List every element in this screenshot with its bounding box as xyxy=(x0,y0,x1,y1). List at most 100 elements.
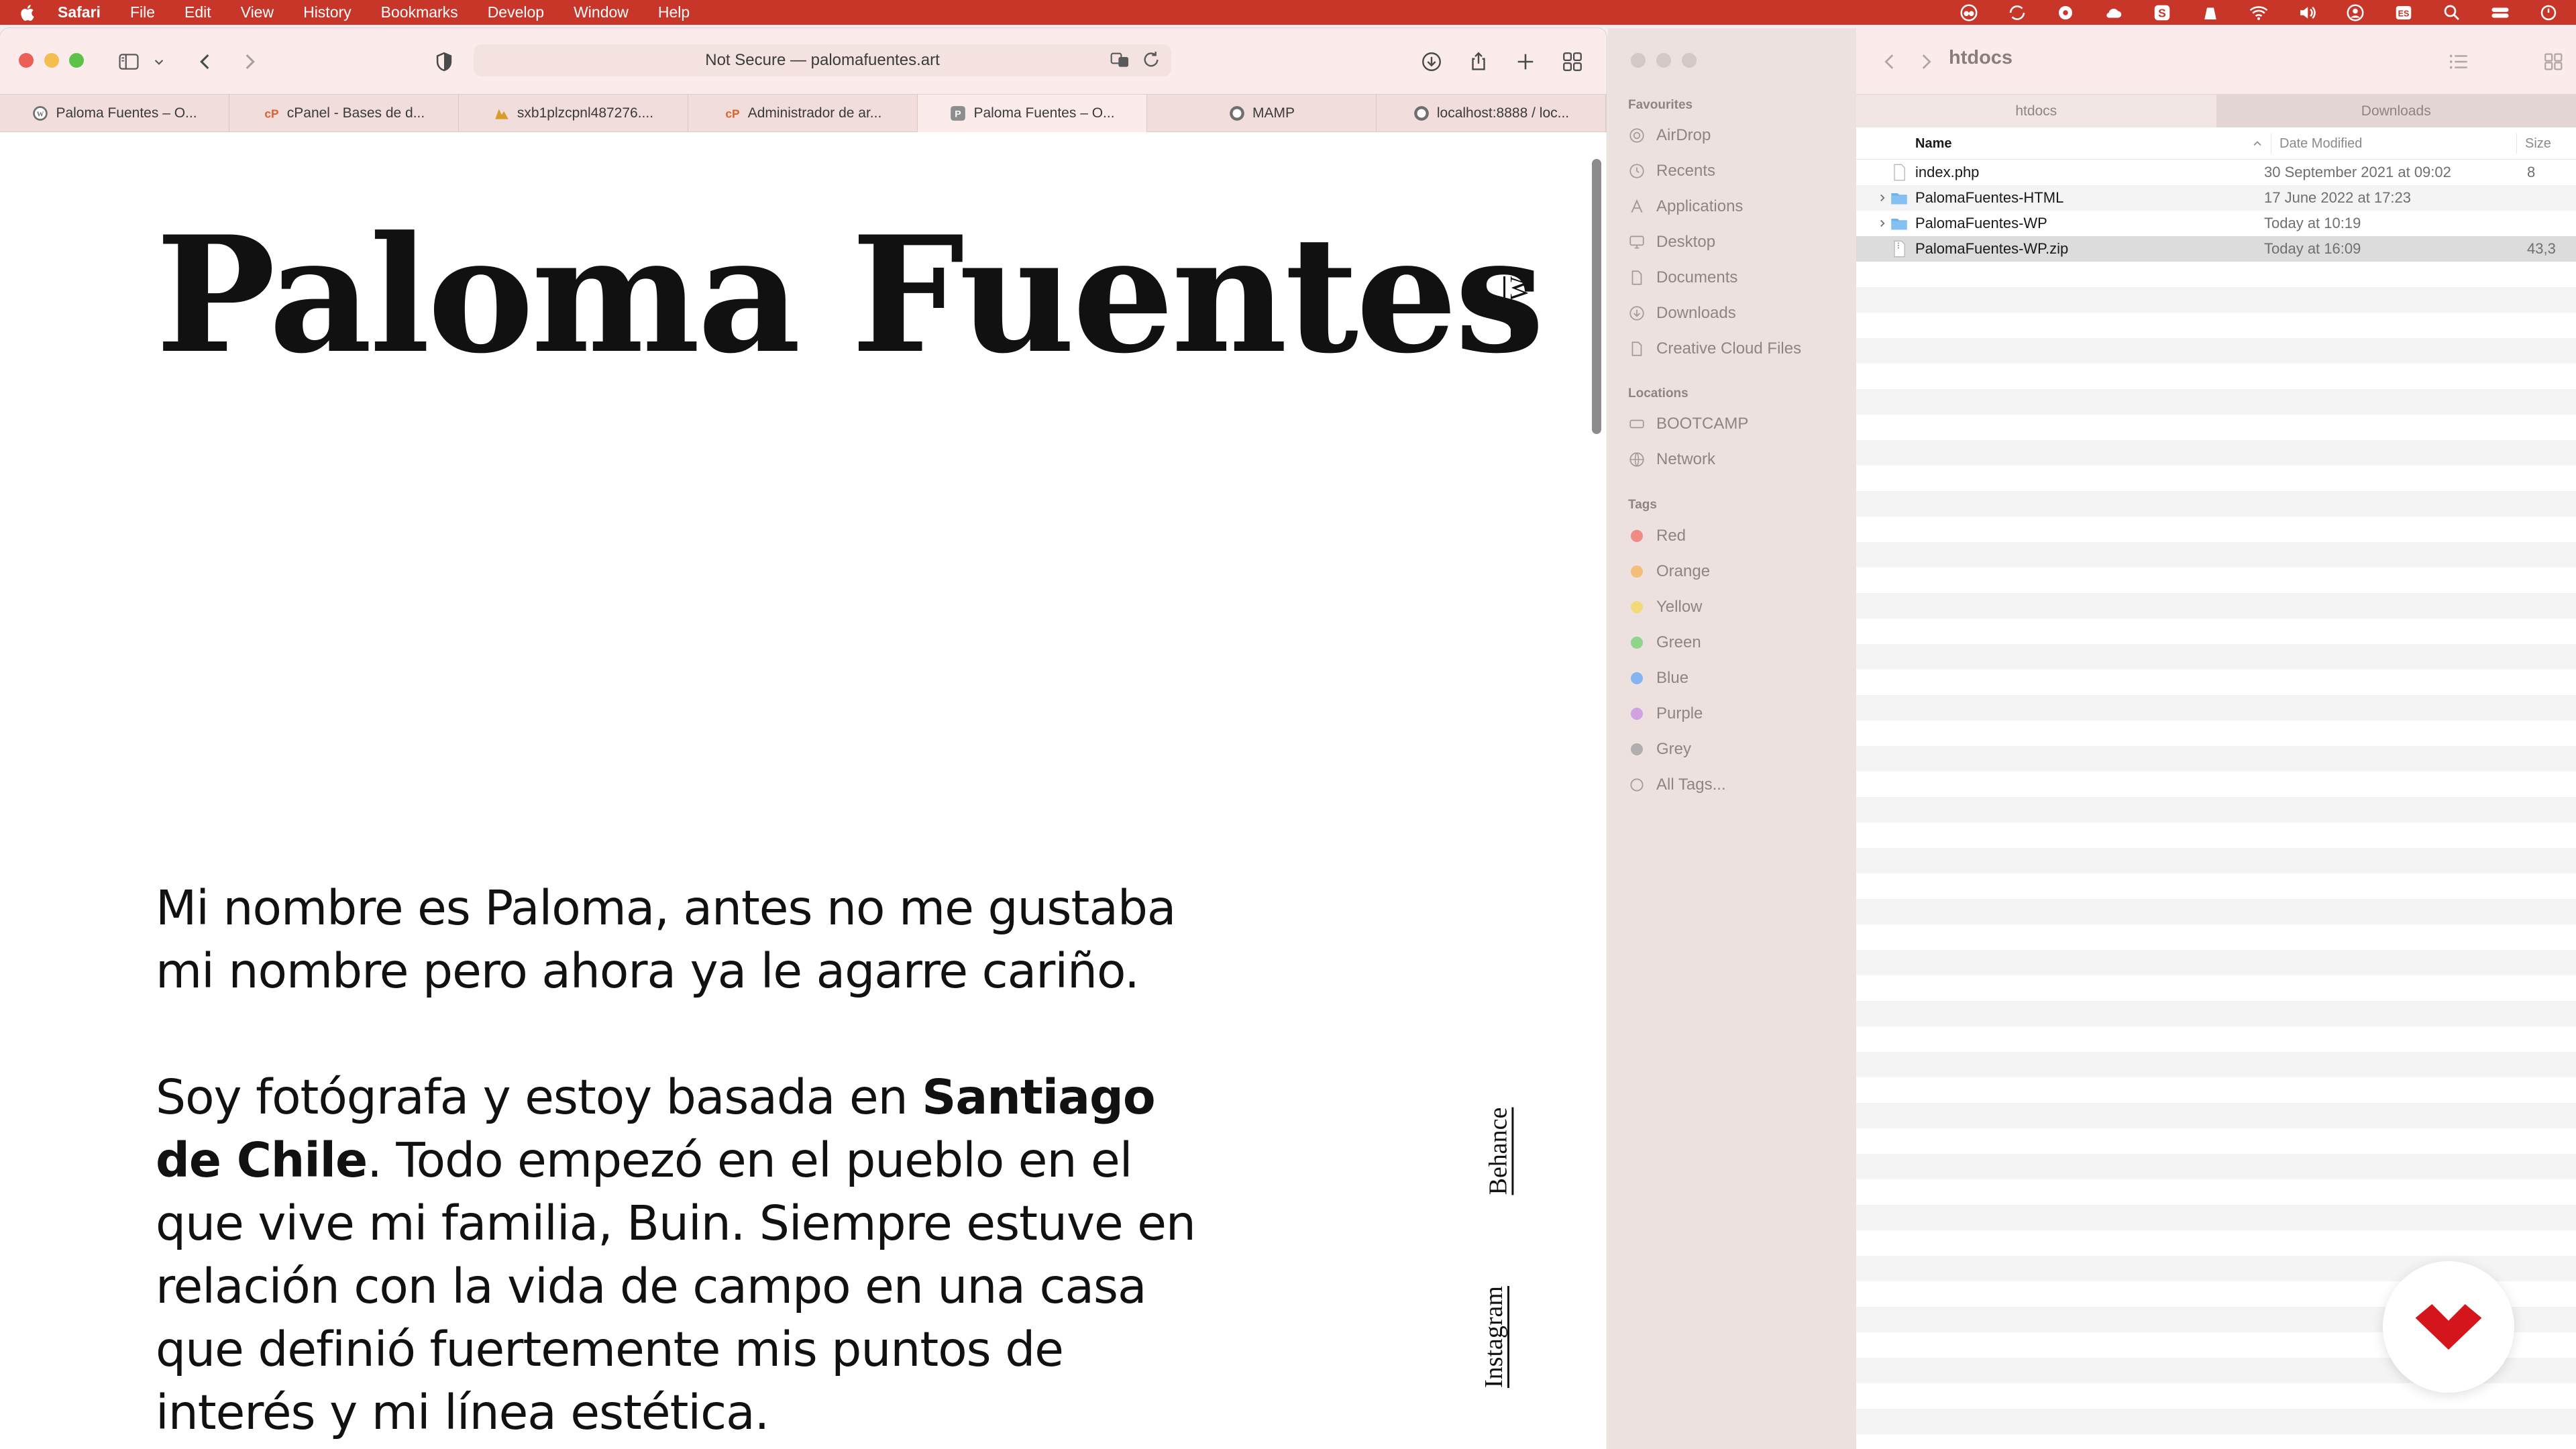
cloud-icon[interactable] xyxy=(2102,3,2125,23)
menu-bookmarks[interactable]: Bookmarks xyxy=(381,3,458,21)
finder-tab-downloads[interactable]: Downloads xyxy=(2216,95,2576,127)
timer-icon[interactable] xyxy=(2537,3,2560,23)
keyboard-input-icon[interactable]: ES xyxy=(2392,3,2415,23)
sidebar-item-bootcamp[interactable]: BOOTCAMP xyxy=(1628,411,1748,437)
apple-menu-icon[interactable] xyxy=(19,3,38,22)
finder-window: Favourites AirDrop Recents Applications … xyxy=(1608,28,2576,1449)
tab-cpanel-databases[interactable]: cP cPanel - Bases de d... xyxy=(229,95,459,132)
sidebar-item-recents[interactable]: Recents xyxy=(1628,158,1715,184)
finder-back-button[interactable] xyxy=(1876,48,1903,75)
sidebar-toggle-icon[interactable] xyxy=(114,47,144,76)
menu-help[interactable]: Help xyxy=(658,3,690,21)
close-window-button[interactable] xyxy=(1631,53,1646,68)
file-row-palomafuentes-html[interactable]: PalomaFuentes-HTML 17 June 2022 at 17:23 xyxy=(1856,185,2576,211)
sort-ascending-icon[interactable] xyxy=(2251,137,2264,150)
menu-develop[interactable]: Develop xyxy=(488,3,544,21)
disclosure-triangle-icon[interactable] xyxy=(1876,217,1888,229)
wifi-icon[interactable] xyxy=(2247,3,2270,23)
red-logo-badge xyxy=(2383,1261,2514,1393)
column-name-header[interactable]: Name xyxy=(1915,127,1951,160)
tab-wordpress[interactable]: W Paloma Fuentes – O... xyxy=(0,95,229,132)
sidebar-tag-purple[interactable]: Purple xyxy=(1628,700,1703,727)
tab-paloma-fuentes-active[interactable]: P Paloma Fuentes – O... xyxy=(918,95,1147,132)
mode-b-label[interactable]: B xyxy=(1505,320,1534,337)
control-center-icon[interactable] xyxy=(2489,3,2512,23)
svg-text:cP: cP xyxy=(725,107,739,121)
disclosure-triangle-icon[interactable] xyxy=(1876,192,1888,204)
sidebar-item-creative-cloud-files[interactable]: Creative Cloud Files xyxy=(1628,335,1801,362)
file-row-palomafuentes-wp-zip[interactable]: PalomaFuentes-WP.zip Today at 16:09 43,3 xyxy=(1856,236,2576,262)
tags-header: Tags xyxy=(1628,498,1657,512)
file-row-index-php[interactable]: index.php 30 September 2021 at 09:02 8 xyxy=(1856,160,2576,185)
sidebar-item-documents[interactable]: Documents xyxy=(1628,264,1737,291)
svg-text:S: S xyxy=(2158,6,2166,19)
menu-window[interactable]: Window xyxy=(574,3,629,21)
color-mode-toggle[interactable]: B / W xyxy=(1505,276,1534,337)
behance-link[interactable]: Behance xyxy=(1483,1108,1513,1195)
sidebar-item-downloads[interactable]: Downloads xyxy=(1628,300,1736,327)
address-bar[interactable]: Not Secure — palomafuentes.art xyxy=(474,44,1171,76)
list-view-icon[interactable] xyxy=(2445,48,2472,75)
sync-icon[interactable] xyxy=(2006,3,2029,23)
downloads-icon[interactable] xyxy=(1417,47,1446,76)
clock-icon xyxy=(1628,162,1646,180)
hat-icon[interactable] xyxy=(2199,3,2222,23)
menu-app-safari[interactable]: Safari xyxy=(58,3,101,21)
sidebar-tag-yellow[interactable]: Yellow xyxy=(1628,594,1703,621)
tab-mamp[interactable]: MAMP xyxy=(1147,95,1377,132)
user-icon[interactable] xyxy=(2344,3,2367,23)
s-app-icon[interactable]: S xyxy=(2151,3,2174,23)
download-icon xyxy=(1628,305,1646,322)
sidebar-tag-orange[interactable]: Orange xyxy=(1628,558,1710,585)
minimize-window-button[interactable] xyxy=(1656,53,1671,68)
back-button[interactable] xyxy=(191,47,220,76)
tag-color-dot xyxy=(1631,530,1643,542)
instagram-link[interactable]: Instagram xyxy=(1479,1286,1509,1388)
close-window-button[interactable] xyxy=(19,53,34,68)
tab-file-manager[interactable]: cP Administrador de ar... xyxy=(688,95,918,132)
tab-overview-icon[interactable] xyxy=(1558,47,1587,76)
mode-w-label[interactable]: W xyxy=(1505,276,1534,301)
menu-history[interactable]: History xyxy=(303,3,352,21)
new-tab-icon[interactable] xyxy=(1511,47,1540,76)
finder-tab-htdocs[interactable]: htdocs xyxy=(1856,95,2216,127)
sidebar-item-airdrop[interactable]: AirDrop xyxy=(1628,122,1711,149)
safari-window: Not Secure — palomafuentes.art W Paloma … xyxy=(0,28,1607,1449)
sidebar-tag-red[interactable]: Red xyxy=(1628,523,1686,549)
translate-icon[interactable] xyxy=(1110,49,1131,70)
site-title[interactable]: Paloma Fuentes xyxy=(156,216,1544,376)
forward-button[interactable] xyxy=(235,47,264,76)
volume-icon[interactable] xyxy=(2296,3,2318,23)
file-row-palomafuentes-wp[interactable]: PalomaFuentes-WP Today at 10:19 xyxy=(1856,211,2576,236)
column-date-header[interactable]: Date Modified xyxy=(2271,133,2362,154)
menu-view[interactable]: View xyxy=(241,3,274,21)
web-page: Paloma Fuentes B / W Mi nombre es Paloma… xyxy=(0,132,1607,1449)
group-by-icon[interactable] xyxy=(2540,48,2567,75)
sidebar-item-network[interactable]: Network xyxy=(1628,446,1715,473)
svg-text:W: W xyxy=(37,110,44,118)
menu-edit[interactable]: Edit xyxy=(184,3,211,21)
page-scrollbar[interactable] xyxy=(1592,159,1601,434)
zoom-window-button[interactable] xyxy=(69,53,84,68)
reload-icon[interactable] xyxy=(1140,49,1162,70)
finder-forward-button[interactable] xyxy=(1913,48,1939,75)
share-icon[interactable] xyxy=(1464,47,1493,76)
minimize-window-button[interactable] xyxy=(44,53,59,68)
privacy-shield-icon[interactable] xyxy=(429,47,459,76)
menu-file[interactable]: File xyxy=(130,3,155,21)
sidebar-tag-green[interactable]: Green xyxy=(1628,629,1701,656)
zoom-window-button[interactable] xyxy=(1682,53,1697,68)
column-size-header[interactable]: Size xyxy=(2516,133,2551,154)
sidebar-tag-blue[interactable]: Blue xyxy=(1628,665,1688,692)
gear-badge-icon[interactable] xyxy=(2054,3,2077,23)
sidebar-tag-grey[interactable]: Grey xyxy=(1628,736,1691,763)
creative-cloud-icon[interactable] xyxy=(1957,3,1980,23)
tab-ftp[interactable]: sxb1plzcpnl487276.... xyxy=(459,95,688,132)
chevron-down-icon[interactable] xyxy=(150,47,168,76)
sidebar-item-applications[interactable]: Applications xyxy=(1628,193,1743,220)
search-icon[interactable] xyxy=(2440,3,2463,23)
cpanel-icon: cP xyxy=(263,105,280,122)
sidebar-item-all-tags[interactable]: All Tags... xyxy=(1628,771,1726,798)
sidebar-item-desktop[interactable]: Desktop xyxy=(1628,229,1715,256)
tab-phpmyadmin[interactable]: localhost:8888 / loc... xyxy=(1377,95,1606,132)
